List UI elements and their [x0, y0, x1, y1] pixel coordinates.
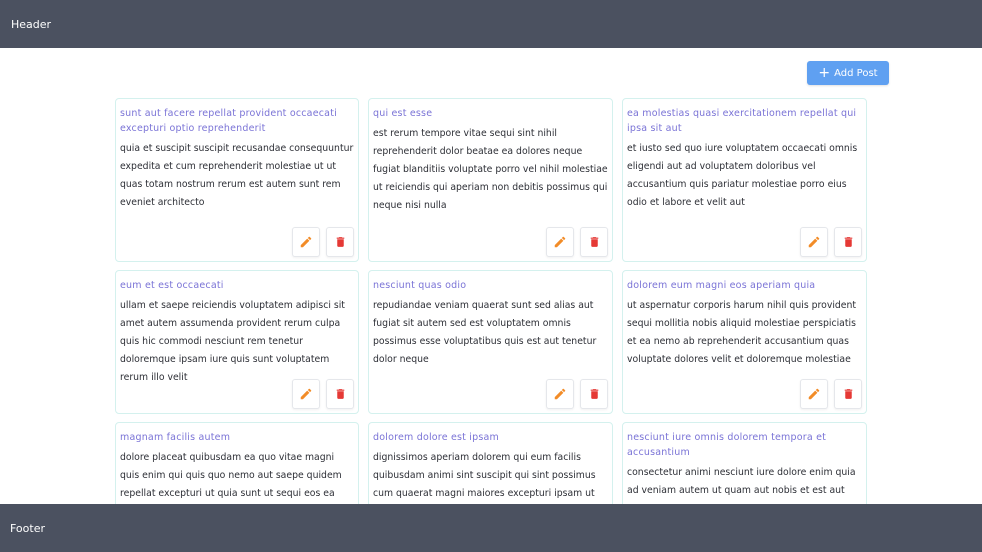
delete-button[interactable]: [326, 379, 354, 409]
post-card: ea molestias quasi exercitationem repell…: [622, 98, 867, 262]
pencil-icon: [808, 236, 820, 248]
post-actions: [546, 227, 608, 257]
edit-button[interactable]: [800, 379, 828, 409]
post-actions: [546, 379, 608, 409]
post-actions: [800, 227, 862, 257]
pencil-icon: [300, 236, 312, 248]
post-body: dignissimos aperiam dolorem qui eum faci…: [373, 452, 596, 499]
trash-icon: [590, 389, 598, 399]
delete-button[interactable]: [834, 379, 862, 409]
post-title: nesciunt iure omnis dolorem tempora et a…: [627, 432, 827, 458]
pencil-icon: [554, 236, 566, 248]
delete-button[interactable]: [834, 227, 862, 257]
post-card: dolorem eum magni eos aperiam quia ut as…: [622, 270, 867, 414]
app-header: Header: [0, 0, 982, 48]
pencil-icon: [554, 388, 566, 400]
post-body: ut aspernatur corporis harum nihil quis …: [627, 300, 857, 365]
post-title: dolorem dolore est ipsam: [373, 432, 499, 443]
edit-button[interactable]: [292, 379, 320, 409]
post-body: dolore placeat quibusdam ea quo vitae ma…: [120, 452, 342, 499]
post-title: dolorem eum magni eos aperiam quia: [627, 280, 816, 291]
post-title: eum et est occaecati: [120, 280, 224, 291]
post-body: ullam et saepe reiciendis voluptatem adi…: [120, 300, 345, 383]
app-footer: Footer: [0, 504, 982, 552]
post-card: sunt aut facere repellat provident occae…: [115, 98, 359, 262]
footer-label: Footer: [10, 521, 45, 535]
post-title: magnam facilis autem: [120, 432, 231, 443]
delete-button[interactable]: [326, 227, 354, 257]
post-actions: [800, 379, 862, 409]
post-card: qui est esse est rerum tempore vitae seq…: [368, 98, 613, 262]
header-label: Header: [11, 17, 52, 31]
edit-button[interactable]: [546, 227, 574, 257]
add-post-label: Add Post: [834, 67, 878, 79]
post-actions: [292, 227, 354, 257]
edit-button[interactable]: [546, 379, 574, 409]
post-card: eum et est occaecati ullam et saepe reic…: [115, 270, 359, 414]
trash-icon: [844, 389, 852, 399]
post-actions: [292, 379, 354, 409]
post-card: nesciunt quas odio repudiandae veniam qu…: [368, 270, 613, 414]
edit-button[interactable]: [292, 227, 320, 257]
delete-button[interactable]: [580, 379, 608, 409]
add-post-button[interactable]: + Add Post: [807, 61, 889, 85]
pencil-icon: [808, 388, 820, 400]
post-card: nesciunt iure omnis dolorem tempora et a…: [622, 422, 867, 504]
plus-icon: +: [818, 64, 831, 81]
post-title: qui est esse: [373, 108, 433, 119]
trash-icon: [590, 237, 598, 247]
post-card: magnam facilis autem dolore placeat quib…: [115, 422, 359, 504]
posts-grid: sunt aut facere repellat provident occae…: [115, 98, 867, 504]
post-body: consectetur animi nesciunt iure dolore e…: [627, 467, 856, 496]
post-body: repudiandae veniam quaerat sunt sed alia…: [373, 300, 597, 365]
post-title: sunt aut facere repellat provident occae…: [120, 108, 337, 134]
post-body: et iusto sed quo iure voluptatem occaeca…: [627, 143, 858, 208]
main-content: + Add Post sunt aut facere repellat prov…: [0, 48, 982, 504]
post-title: nesciunt quas odio: [373, 280, 467, 291]
post-card: dolorem dolore est ipsam dignissimos ape…: [368, 422, 613, 504]
delete-button[interactable]: [580, 227, 608, 257]
trash-icon: [336, 237, 344, 247]
post-body: quia et suscipit suscipit recusandae con…: [120, 143, 354, 208]
edit-button[interactable]: [800, 227, 828, 257]
trash-icon: [844, 237, 852, 247]
pencil-icon: [300, 388, 312, 400]
post-title: ea molestias quasi exercitationem repell…: [627, 108, 857, 134]
trash-icon: [336, 389, 344, 399]
post-body: est rerum tempore vitae sequi sint nihil…: [373, 128, 608, 211]
